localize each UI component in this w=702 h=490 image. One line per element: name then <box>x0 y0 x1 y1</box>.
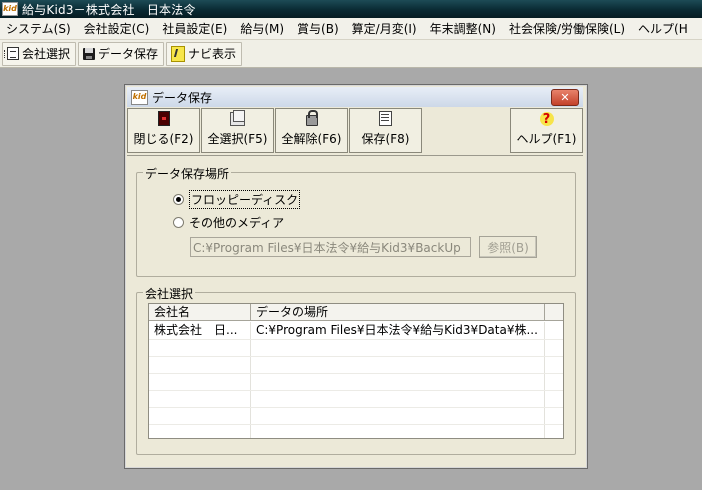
company-list[interactable]: 会社名 データの場所 株式会社 日... C:¥Program Files¥日本… <box>148 303 564 439</box>
menu-employee-settings[interactable]: 社員設定(E) <box>156 20 234 37</box>
radio-floppy-indicator[interactable] <box>173 194 184 205</box>
app-title: 給与Kid3－株式会社 日本法令 <box>22 2 196 17</box>
company-list-header: 会社名 データの場所 <box>149 304 563 322</box>
select-all-button[interactable]: 全選択(F5) <box>201 108 274 153</box>
deselect-all-label: 全解除(F6) <box>281 132 342 146</box>
save-button-label: 保存(F8) <box>361 132 410 146</box>
grid-line <box>149 390 563 391</box>
menu-company-settings[interactable]: 会社設定(C) <box>78 20 157 37</box>
menu-social-insurance[interactable]: 社会保険/労働保険(L) <box>503 20 632 37</box>
radio-other-media-indicator[interactable] <box>173 217 184 228</box>
deselect-all-button[interactable]: 全解除(F6) <box>275 108 348 153</box>
data-save-button[interactable]: データ保存 <box>78 41 165 66</box>
company-select-label: 会社選択 <box>22 47 71 61</box>
grid-line <box>149 407 563 408</box>
select-all-label: 全選択(F5) <box>207 132 268 146</box>
backup-path-field[interactable]: C:¥Program Files¥日本法令¥給与Kid3¥BackUp <box>190 237 471 257</box>
grid-line <box>149 424 563 425</box>
save-button[interactable]: 保存(F8) <box>349 108 422 153</box>
radio-other-media[interactable]: その他のメディア <box>173 214 284 231</box>
browse-button[interactable]: 参照(B) <box>479 236 537 258</box>
navi-figure-icon <box>171 45 186 62</box>
app-titlebar: kid 給与Kid3－株式会社 日本法令 <box>0 0 702 18</box>
navi-display-label: ナビ表示 <box>188 47 237 61</box>
data-save-label: データ保存 <box>98 47 159 61</box>
dialog-close-button[interactable]: ✕ <box>551 89 579 106</box>
dialog-titlebar[interactable]: kid データ保存 ✕ <box>127 87 583 107</box>
table-row[interactable]: 株式会社 日... C:¥Program Files¥日本法令¥給与Kid3¥D… <box>149 322 545 339</box>
help-button[interactable]: ? ヘルプ(F1) <box>510 108 583 153</box>
save-location-legend: データ保存場所 <box>143 165 232 182</box>
grid-line <box>149 339 563 340</box>
menu-year-end-adjustment[interactable]: 年末調整(N) <box>424 20 503 37</box>
toolbar-separator <box>127 155 583 156</box>
lock-icon <box>305 110 318 126</box>
help-button-label: ヘルプ(F1) <box>516 132 577 146</box>
app-logo-icon: kid <box>2 2 18 16</box>
cell-data-location: C:¥Program Files¥日本法令¥給与Kid3¥Data¥株... <box>256 323 538 337</box>
dialog-logo-icon: kid <box>131 89 148 105</box>
menubar: システム(S) 会社設定(C) 社員設定(E) 給与(M) 賞与(B) 算定/月… <box>0 18 702 40</box>
company-select-legend: 会社選択 <box>143 285 196 302</box>
select-all-icon <box>230 110 245 126</box>
company-select-button[interactable]: 会社選択 <box>2 41 77 66</box>
main-toolbar: 会社選択 データ保存 ナビ表示 <box>0 40 702 68</box>
column-header-data-location[interactable]: データの場所 <box>251 304 545 321</box>
grid-line <box>149 356 563 357</box>
data-save-dialog: kid データ保存 ✕ 閉じる(F2) 全選択(F5) 全解除(F6) 保存(F… <box>124 84 588 469</box>
company-tree-icon <box>4 47 19 60</box>
grid-line <box>149 373 563 374</box>
cell-company-name: 株式会社 日... <box>154 323 238 337</box>
radio-floppy-label: フロッピーディスク <box>189 190 301 209</box>
dialog-toolbar: 閉じる(F2) 全選択(F5) 全解除(F6) 保存(F8) ? ヘルプ(F1) <box>127 108 583 155</box>
menu-help[interactable]: ヘルプ(H <box>632 20 695 37</box>
menu-calculation[interactable]: 算定/月変(I) <box>346 20 424 37</box>
menu-bonus[interactable]: 賞与(B) <box>291 20 346 37</box>
menu-system[interactable]: システム(S) <box>0 20 78 37</box>
save-location-group: データ保存場所 フロッピーディスク その他のメディア C:¥Program Fi… <box>136 165 576 277</box>
column-header-company-name[interactable]: 会社名 <box>149 304 251 321</box>
close-button-label: 閉じる(F2) <box>133 132 194 146</box>
company-select-group: 会社選択 会社名 データの場所 株式会社 日... C:¥Program Fil… <box>136 285 576 455</box>
save-document-icon <box>379 111 392 126</box>
menu-salary[interactable]: 給与(M) <box>234 20 291 37</box>
floppy-icon <box>83 47 96 60</box>
radio-floppy[interactable]: フロッピーディスク <box>173 190 301 209</box>
column-header-filler <box>545 304 563 321</box>
door-icon <box>157 111 170 126</box>
dialog-title: データ保存 <box>152 90 213 105</box>
help-question-icon: ? <box>539 112 554 127</box>
close-button[interactable]: 閉じる(F2) <box>127 108 200 153</box>
radio-other-media-label: その他のメディア <box>189 216 285 230</box>
navi-display-button[interactable]: ナビ表示 <box>166 41 243 66</box>
